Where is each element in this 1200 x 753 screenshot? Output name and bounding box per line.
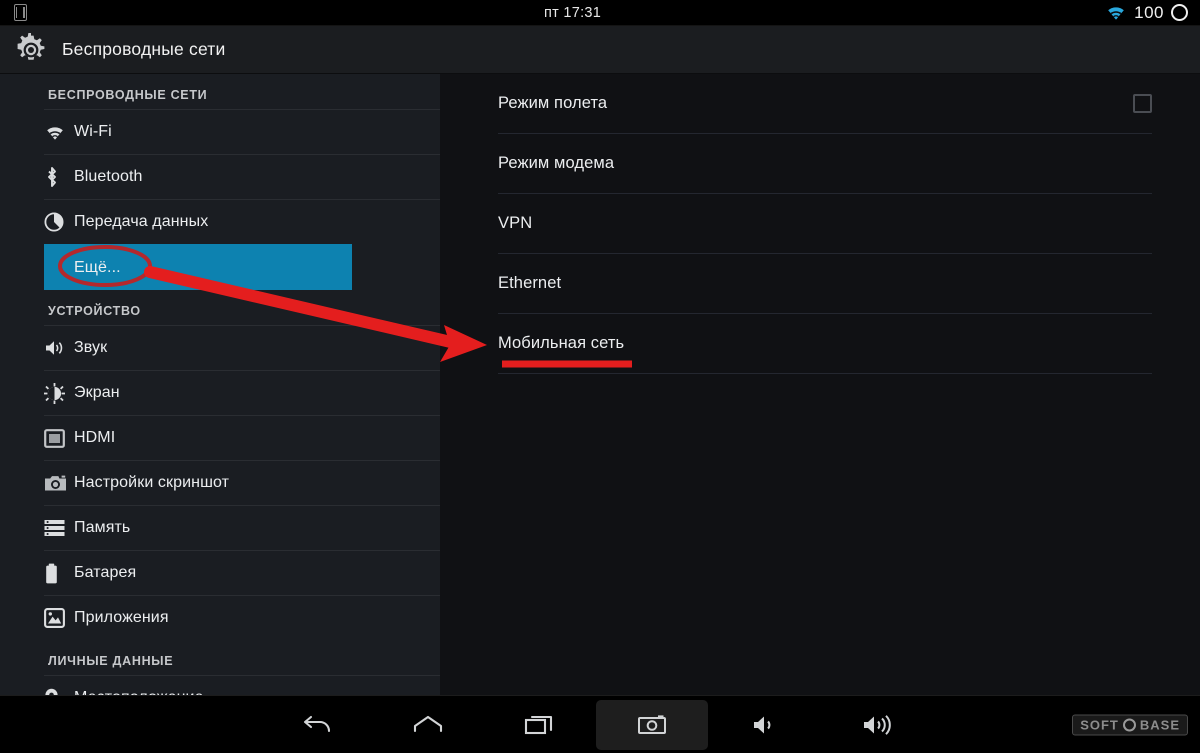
hdmi-screen-icon bbox=[44, 428, 74, 448]
apps-icon bbox=[44, 608, 74, 628]
watermark-left-label: SOFT bbox=[1080, 717, 1119, 732]
detail-row-tethering[interactable]: Режим модема bbox=[498, 134, 1152, 194]
page-title: Беспроводные сети bbox=[62, 39, 226, 59]
bluetooth-icon bbox=[44, 166, 74, 188]
detail-row-label: Режим полета bbox=[498, 94, 608, 112]
screenshot-button[interactable] bbox=[596, 699, 708, 750]
display-brightness-icon bbox=[44, 382, 74, 404]
sidebar-item-apps[interactable]: Приложения bbox=[44, 595, 440, 640]
sidebar-item-location[interactable]: Местоположение bbox=[44, 675, 440, 695]
data-usage-icon bbox=[44, 212, 74, 232]
battery-percent-label: 100 bbox=[1134, 2, 1164, 22]
sidebar-item-data-usage[interactable]: Передача данных bbox=[44, 199, 440, 244]
sidebar-item-storage[interactable]: Память bbox=[44, 505, 440, 550]
sidebar-item-label: Приложения bbox=[74, 609, 169, 626]
storage-icon bbox=[44, 519, 74, 537]
detail-row-label: Режим модема bbox=[498, 154, 615, 172]
airplane-mode-checkbox[interactable] bbox=[1133, 94, 1152, 113]
back-arrow-icon bbox=[303, 715, 331, 732]
location-pin-icon bbox=[44, 688, 74, 695]
detail-row-airplane-mode[interactable]: Режим полета bbox=[498, 74, 1152, 134]
settings-body: БЕСПРОВОДНЫЕ СЕТИ Wi-Fi I bbox=[0, 74, 1200, 695]
rotation-lock-icon[interactable] bbox=[0, 4, 40, 21]
settings-sidebar[interactable]: БЕСПРОВОДНЫЕ СЕТИ Wi-Fi I bbox=[0, 74, 440, 695]
sidebar-item-screenshot-settings[interactable]: Настройки скриншот bbox=[44, 460, 440, 505]
recents-icon bbox=[524, 715, 553, 734]
sidebar-item-label: Bluetooth bbox=[74, 168, 143, 185]
camera-icon bbox=[44, 474, 74, 492]
action-bar: Беспроводные сети bbox=[0, 26, 1200, 74]
volume-down-button[interactable] bbox=[708, 700, 820, 750]
sidebar-item-more[interactable]: Ещё... bbox=[44, 244, 352, 290]
volume-down-icon bbox=[754, 716, 771, 733]
back-button[interactable] bbox=[260, 700, 372, 750]
wifi-icon bbox=[1108, 7, 1124, 20]
sound-icon bbox=[44, 339, 74, 357]
detail-row-label: Ethernet bbox=[498, 274, 562, 292]
detail-row-label: VPN bbox=[498, 214, 533, 232]
sidebar-section-header-personal: ЛИЧНЫЕ ДАННЫЕ bbox=[48, 654, 174, 668]
home-icon bbox=[413, 715, 443, 732]
sidebar-item-label: Настройки скриншот bbox=[74, 474, 230, 491]
watermark: SOFT BASE bbox=[1072, 714, 1188, 735]
status-bar: пт 17:31 100 bbox=[0, 0, 1200, 26]
sidebar-item-hdmi[interactable]: HDMI bbox=[44, 415, 440, 460]
clock-label: пт 17:31 bbox=[543, 4, 602, 21]
battery-icon bbox=[44, 563, 74, 584]
status-bar-right: 100 bbox=[1105, 3, 1200, 23]
battery-circle-icon bbox=[1171, 4, 1188, 21]
sidebar-section-header-wireless: БЕСПРОВОДНЫЕ СЕТИ bbox=[48, 88, 208, 102]
recents-button[interactable] bbox=[484, 700, 596, 750]
volume-up-icon bbox=[864, 714, 891, 735]
sidebar-item-battery[interactable]: Батарея bbox=[44, 550, 440, 595]
detail-row-mobile-network[interactable]: Мобильная сеть bbox=[498, 314, 1152, 374]
watermark-dot-icon bbox=[1122, 718, 1136, 731]
sidebar-item-label: Звук bbox=[74, 339, 108, 356]
sidebar-item-label: Передача данных bbox=[74, 213, 209, 230]
sidebar-item-display[interactable]: Экран bbox=[44, 370, 440, 415]
sidebar-item-label: Батарея bbox=[74, 564, 137, 581]
home-button[interactable] bbox=[372, 700, 484, 750]
sidebar-item-sound[interactable]: Звук bbox=[44, 325, 440, 370]
settings-detail-panel: Режим полета Режим модема VPN Ethernet М… bbox=[440, 74, 1200, 695]
sidebar-item-label: Экран bbox=[74, 384, 120, 401]
watermark-right-label: BASE bbox=[1139, 717, 1180, 732]
sidebar-item-label: Ещё... bbox=[74, 258, 121, 276]
volume-up-button[interactable] bbox=[820, 700, 932, 750]
navigation-bar: SOFT BASE bbox=[0, 695, 1200, 753]
tablet-screen: пт 17:31 100 Беспроводные сети БЕСПРОВОД… bbox=[0, 0, 1200, 753]
sidebar-item-label: Wi-Fi bbox=[74, 123, 112, 140]
sidebar-item-wifi[interactable]: Wi-Fi I bbox=[44, 109, 440, 154]
sidebar-section-header-device: УСТРОЙСТВО bbox=[48, 304, 141, 318]
settings-gear-icon[interactable] bbox=[14, 32, 48, 67]
sidebar-item-label: HDMI bbox=[74, 429, 116, 446]
wifi-icon bbox=[44, 124, 74, 141]
status-bar-clock-area: пт 17:31 bbox=[40, 5, 1105, 21]
sidebar-item-bluetooth[interactable]: Bluetooth O bbox=[44, 154, 440, 199]
detail-row-vpn[interactable]: VPN bbox=[498, 194, 1152, 254]
detail-row-label: Мобильная сеть bbox=[498, 334, 625, 352]
sidebar-item-label: Память bbox=[74, 519, 131, 536]
detail-row-ethernet[interactable]: Ethernet bbox=[498, 254, 1152, 314]
camera-icon bbox=[638, 714, 666, 734]
